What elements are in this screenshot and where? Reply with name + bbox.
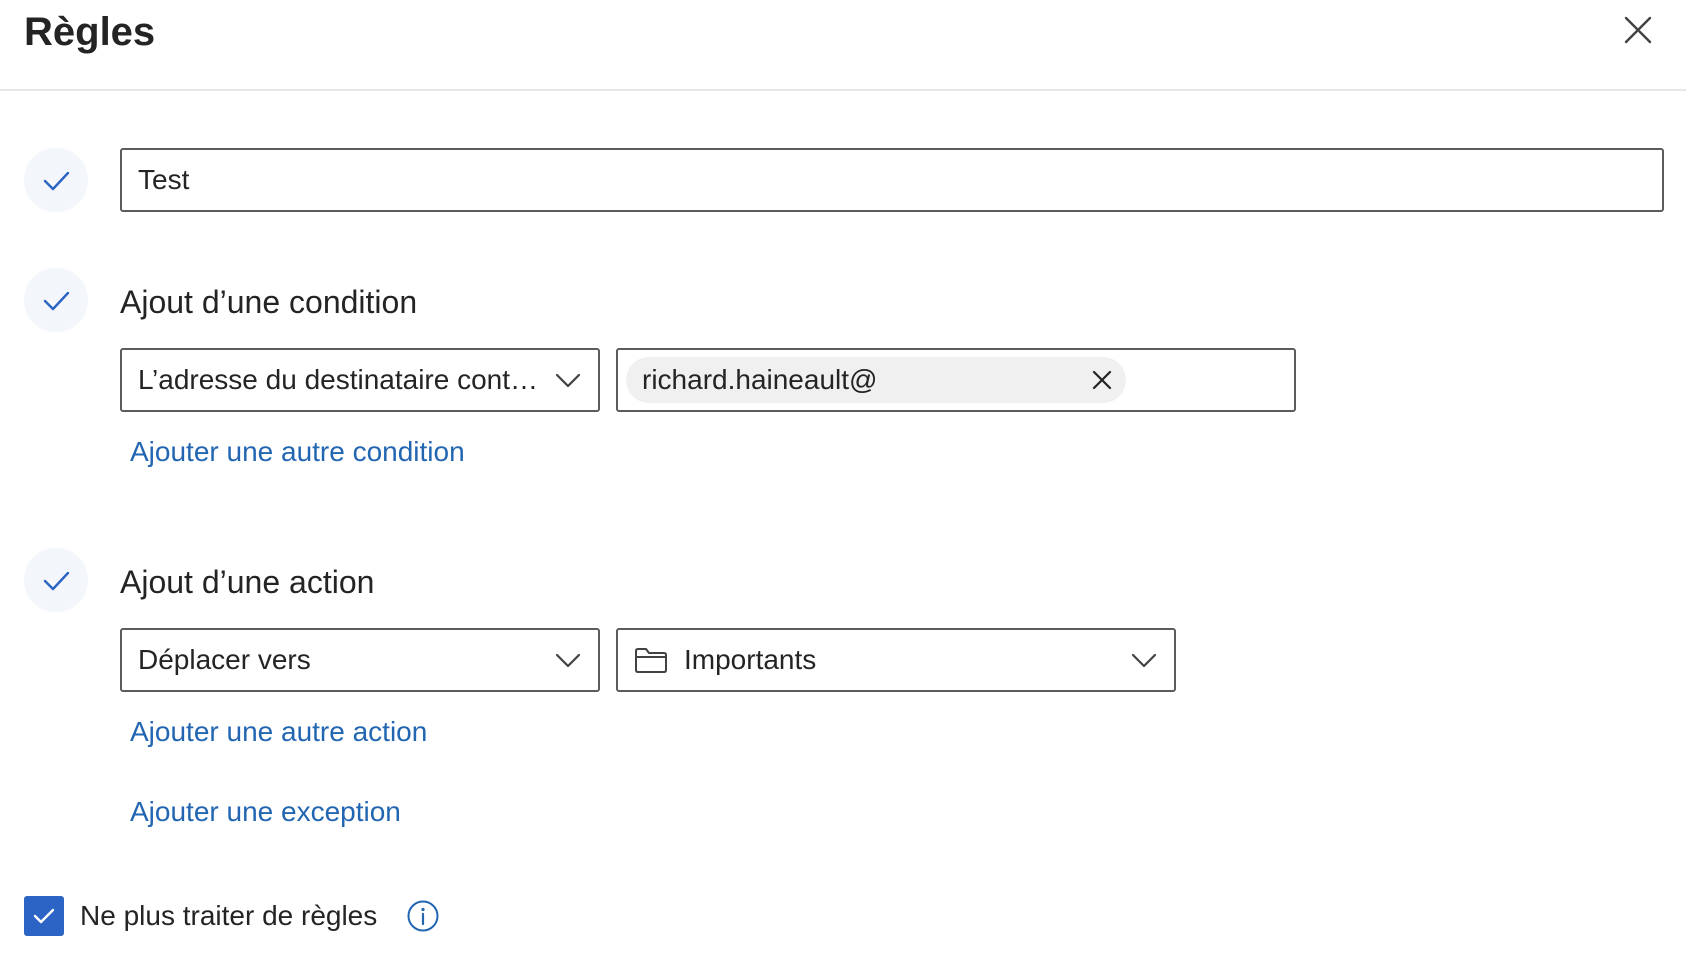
checkmark-icon [33, 908, 55, 924]
action-dropdown-value: Déplacer vers [138, 644, 311, 675]
close-icon [1092, 370, 1112, 390]
add-exception-link[interactable]: Ajouter une exception [130, 794, 401, 830]
chevron-down-icon [554, 366, 582, 394]
chevron-down-icon [1130, 646, 1158, 674]
step-condition-status [24, 268, 88, 332]
checkmark-icon [43, 571, 70, 591]
recipient-chip-label: richard.haineault@ [642, 364, 878, 395]
folder-dropdown-value: Importants [684, 644, 817, 675]
close-icon [1624, 16, 1652, 44]
dialog-title: Règles [24, 10, 156, 54]
close-button[interactable] [1618, 10, 1658, 50]
action-heading: Ajout d’une action [120, 564, 375, 600]
stop-processing-label: Ne plus traiter de règles [80, 900, 378, 931]
remove-recipient-button[interactable] [1082, 360, 1122, 400]
condition-dropdown-value: L’adresse du destinataire contient [138, 364, 542, 395]
recipient-input[interactable]: richard.haineault@ [616, 348, 1296, 412]
folder-dropdown[interactable]: Importants [616, 628, 1176, 692]
condition-heading: Ajout d’une condition [120, 284, 418, 320]
folder-icon [634, 646, 668, 674]
chevron-down-icon [554, 646, 582, 674]
checkmark-icon [43, 291, 70, 311]
info-icon[interactable] [406, 899, 440, 933]
checkmark-icon [43, 171, 70, 191]
condition-dropdown[interactable]: L’adresse du destinataire contient [120, 348, 600, 412]
stop-processing-checkbox[interactable] [24, 896, 64, 936]
dialog-header: Règles [0, 0, 1686, 91]
add-action-link[interactable]: Ajouter une autre action [130, 714, 427, 750]
action-dropdown[interactable]: Déplacer vers [120, 628, 600, 692]
rule-name-input[interactable] [120, 148, 1664, 212]
recipient-chip: richard.haineault@ [626, 357, 1126, 403]
step-action-status [24, 548, 88, 612]
add-condition-link[interactable]: Ajouter une autre condition [130, 434, 465, 470]
step-name-status [24, 148, 88, 212]
